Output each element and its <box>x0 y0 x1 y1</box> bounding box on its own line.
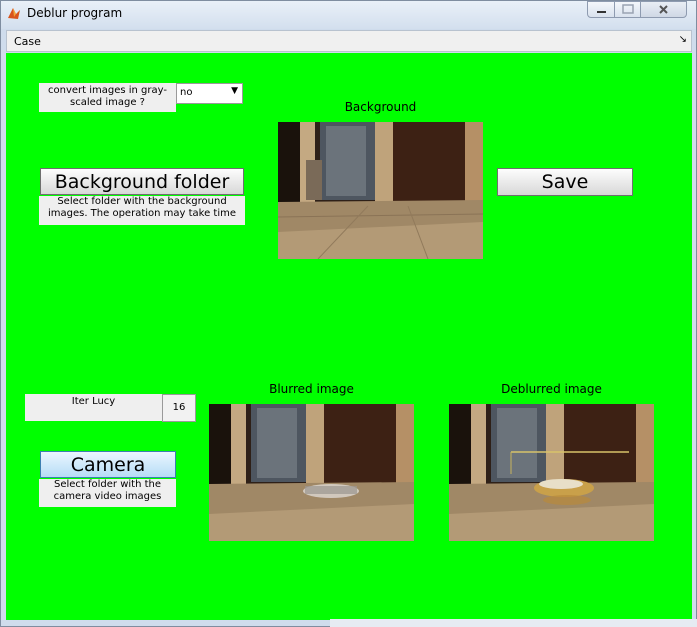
blurred-caption: Blurred image <box>269 382 354 396</box>
minimize-icon <box>597 11 606 13</box>
background-folder-button[interactable]: Background folder <box>40 168 244 195</box>
background-folder-help: Select folder with the background images… <box>39 196 245 225</box>
iter-lucy-label: Iter Lucy <box>25 394 162 421</box>
matlab-icon <box>8 8 20 19</box>
window-title: Deblur program <box>27 6 123 20</box>
app-window: Deblur program Case ↘ convert images in … <box>0 0 697 627</box>
gray-scale-select[interactable]: no ▼ <box>176 83 243 104</box>
menu-bar: Case ↘ <box>6 30 692 52</box>
background-caption: Background <box>344 100 417 114</box>
gray-scale-label: convert images in gray-scaled image ? <box>39 83 176 112</box>
main-panel: convert images in gray-scaled image ? no… <box>6 53 692 620</box>
close-icon <box>659 5 668 14</box>
scroll-track <box>330 619 697 627</box>
title-bar: Deblur program <box>1 1 696 29</box>
minimize-button[interactable] <box>587 1 615 18</box>
maximize-icon <box>622 4 634 14</box>
camera-button[interactable]: Camera <box>40 451 176 478</box>
camera-help: Select folder with the camera video imag… <box>39 479 176 507</box>
deblurred-caption: Deblurred image <box>501 382 602 396</box>
background-image <box>278 122 483 259</box>
deblurred-image <box>449 404 654 541</box>
save-button[interactable]: Save <box>497 168 633 196</box>
maximize-button[interactable] <box>614 1 641 18</box>
menu-overflow-icon[interactable]: ↘ <box>679 34 687 45</box>
blurred-image <box>209 404 414 541</box>
gray-scale-value: no <box>180 87 193 98</box>
close-button[interactable] <box>640 1 687 18</box>
chevron-down-icon: ▼ <box>231 86 238 96</box>
iter-lucy-input[interactable]: 16 <box>162 394 196 422</box>
menu-case[interactable]: Case <box>14 35 41 48</box>
